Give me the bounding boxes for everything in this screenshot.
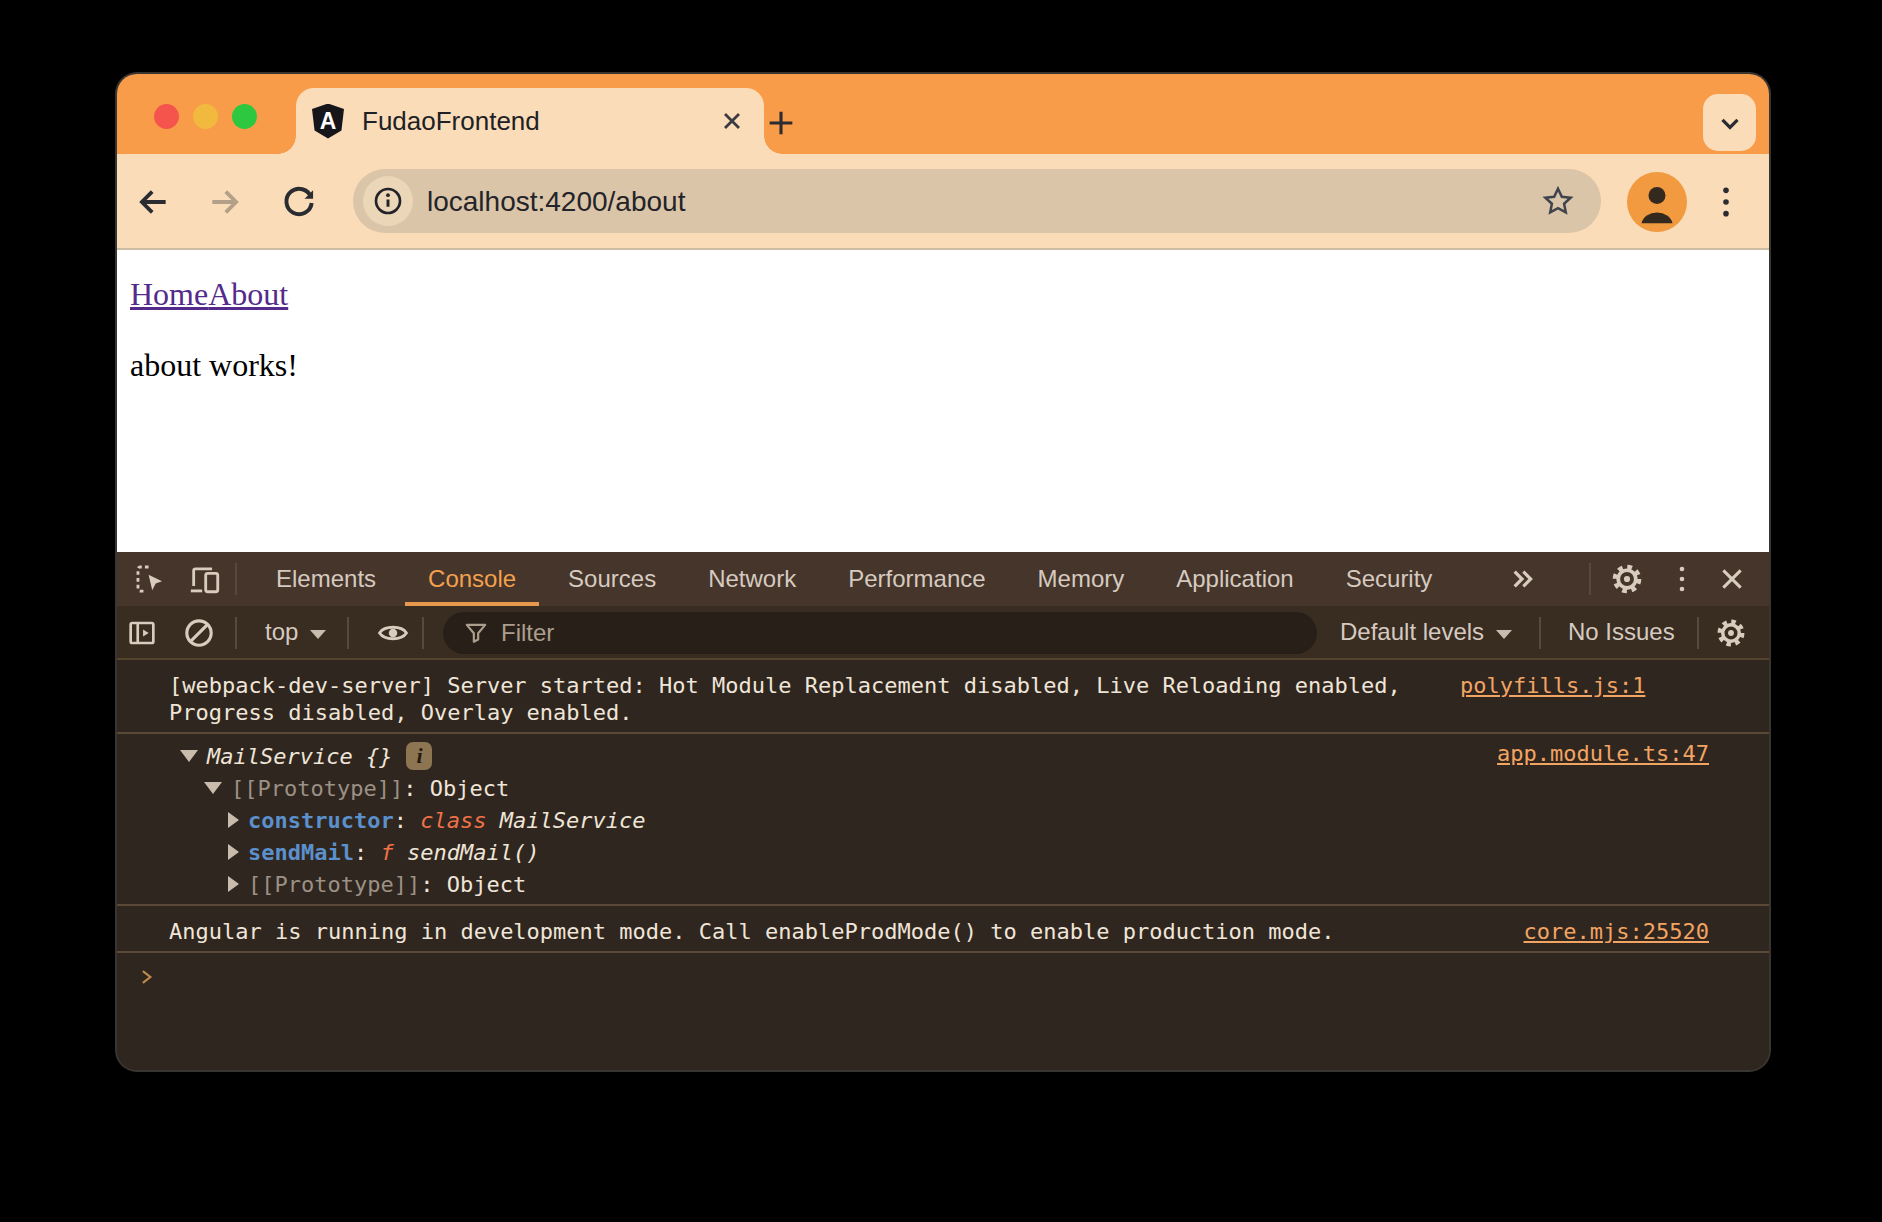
page-body-text: about works! — [130, 347, 1769, 384]
angular-favicon-icon: A — [312, 104, 344, 139]
console-message-object: MailService {} i app.module.ts:47 [[Prot… — [117, 734, 1769, 906]
source-link[interactable]: polyfills.js:1 — [1460, 672, 1645, 699]
devtools-tab-console[interactable]: Console — [402, 552, 542, 606]
devtools-tab-security[interactable]: Security — [1320, 552, 1459, 606]
browser-menu-button[interactable] — [1711, 180, 1741, 224]
tab-title: FudaoFrontend — [362, 106, 718, 137]
filter-funnel-icon — [463, 620, 489, 646]
devtools-menu-icon[interactable] — [1661, 558, 1703, 600]
object-log-header[interactable]: MailService {} i — [169, 740, 1477, 772]
collapse-triangle-icon[interactable] — [228, 844, 239, 860]
forward-button[interactable] — [203, 180, 247, 224]
back-button[interactable] — [131, 180, 175, 224]
browser-nav-toolbar: localhost:4200/about — [117, 154, 1769, 250]
divider — [347, 617, 349, 649]
filter-input[interactable] — [501, 619, 1201, 647]
bookmark-star-icon[interactable] — [1541, 184, 1575, 218]
devtools-settings-gear-icon[interactable] — [1606, 558, 1648, 600]
chevron-down-icon — [310, 630, 326, 639]
tree-row-label: constructor: class MailService — [248, 807, 645, 834]
url-bar[interactable]: localhost:4200/about — [353, 169, 1601, 233]
devtools-tabbar: ElementsConsoleSourcesNetworkPerformance… — [117, 552, 1769, 606]
object-tree-row[interactable]: [[Prototype]]: Object — [169, 772, 1709, 804]
live-expression-eye-icon[interactable] — [372, 612, 414, 654]
console-message-angular[interactable]: Angular is running in development mode. … — [117, 906, 1769, 953]
minimize-window-button[interactable] — [193, 104, 218, 129]
expand-triangle-icon[interactable] — [180, 750, 198, 762]
devtools-tabs: ElementsConsoleSourcesNetworkPerformance… — [250, 552, 1458, 606]
expand-triangle-icon[interactable] — [204, 782, 222, 794]
devtools-tab-network[interactable]: Network — [682, 552, 822, 606]
divider — [235, 563, 237, 595]
source-link[interactable]: app.module.ts:47 — [1497, 740, 1709, 767]
divider — [1539, 617, 1541, 649]
devtools-tab-memory[interactable]: Memory — [1012, 552, 1151, 606]
console-prompt[interactable] — [117, 953, 1769, 997]
divider — [1589, 563, 1591, 595]
tree-row-label: sendMail: f sendMail() — [248, 839, 539, 866]
tab-search-chevron-button[interactable] — [1703, 94, 1756, 151]
object-preview: MailService {} — [207, 743, 392, 770]
reload-button[interactable] — [277, 180, 321, 224]
traffic-lights — [154, 104, 257, 129]
console-messages: [webpack-dev-server] Server started: Hot… — [117, 660, 1769, 1070]
url-text[interactable]: localhost:4200/about — [427, 186, 685, 218]
devtools-close-icon[interactable] — [1711, 558, 1753, 600]
console-sidebar-icon[interactable] — [121, 612, 163, 654]
source-link[interactable]: core.mjs:25520 — [1524, 918, 1709, 945]
log-levels-dropdown[interactable]: Default levels — [1340, 606, 1512, 658]
console-toolbar: top Default levels No Issues — [117, 606, 1769, 660]
page-content: HomeAbout about works! — [117, 250, 1769, 552]
inspect-element-icon[interactable] — [129, 558, 171, 600]
clear-console-icon[interactable] — [178, 612, 220, 654]
console-filter[interactable] — [443, 612, 1317, 654]
browser-window: A FudaoFrontend — [117, 74, 1769, 1070]
chevron-down-icon — [1496, 630, 1512, 639]
divider — [422, 617, 424, 649]
tree-row-label: [[Prototype]]: Object — [231, 775, 509, 802]
divider — [1697, 617, 1699, 649]
window-titlebar[interactable]: A FudaoFrontend — [117, 74, 1769, 154]
page-nav-links: HomeAbout — [130, 276, 1769, 313]
browser-tab[interactable]: A FudaoFrontend — [296, 88, 764, 154]
console-message-webpack[interactable]: [webpack-dev-server] Server started: Hot… — [117, 660, 1769, 734]
profile-avatar[interactable] — [1627, 172, 1687, 232]
tab-close-icon[interactable] — [718, 107, 746, 135]
collapse-triangle-icon[interactable] — [228, 876, 239, 892]
page-link-home[interactable]: Home — [130, 276, 208, 312]
context-selector[interactable]: top — [265, 606, 326, 658]
devtools-tab-application[interactable]: Application — [1150, 552, 1319, 606]
device-toolbar-icon[interactable] — [184, 558, 226, 600]
page-link-about[interactable]: About — [208, 276, 288, 312]
new-tab-button[interactable] — [758, 100, 804, 146]
prompt-chevron-icon — [137, 965, 157, 989]
object-tree-row[interactable]: [[Prototype]]: Object — [169, 868, 1709, 900]
devtools-panel: ElementsConsoleSourcesNetworkPerformance… — [117, 552, 1769, 1070]
more-tabs-icon[interactable] — [1501, 558, 1543, 600]
collapse-triangle-icon[interactable] — [228, 812, 239, 828]
info-badge-icon[interactable]: i — [406, 742, 432, 770]
devtools-tab-performance[interactable]: Performance — [822, 552, 1011, 606]
close-window-button[interactable] — [154, 104, 179, 129]
divider — [235, 617, 237, 649]
devtools-tab-sources[interactable]: Sources — [542, 552, 682, 606]
zoom-window-button[interactable] — [232, 104, 257, 129]
object-tree-row[interactable]: sendMail: f sendMail() — [169, 836, 1709, 868]
site-info-button[interactable] — [363, 176, 413, 226]
issues-counter[interactable]: No Issues — [1568, 606, 1675, 658]
tree-row-label: [[Prototype]]: Object — [248, 871, 526, 898]
object-tree-row[interactable]: constructor: class MailService — [169, 804, 1709, 836]
console-settings-gear-icon[interactable] — [1710, 612, 1752, 654]
devtools-tab-elements[interactable]: Elements — [250, 552, 402, 606]
